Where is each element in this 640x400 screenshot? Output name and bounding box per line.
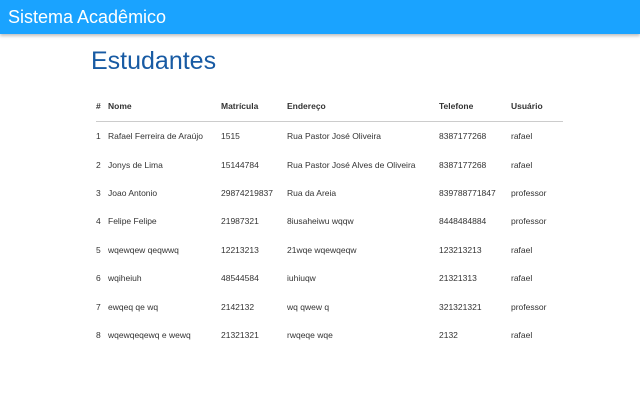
cell-telefone: 8387177268 [439, 131, 487, 142]
header-usuario: Usuário [511, 91, 563, 122]
cell-endereco: iuhiuqw [287, 273, 316, 284]
cell-telefone: 8448484884 [439, 216, 487, 227]
table-row: 2 Jonys de Lima 15144784 Rua Pastor José… [96, 150, 563, 178]
table-row: 1 Rafael Ferreira de Araújo 1515 Rua Pas… [96, 122, 563, 151]
table-row: 4 Felipe Felipe 21987321 8iusaheiwu wqqw… [96, 207, 563, 235]
header-telefone: Telefone [439, 91, 511, 122]
cell-nome: Jonys de Lima [108, 159, 163, 170]
cell-nome: ewqeq qe wq [108, 301, 159, 312]
app-title-link[interactable]: Sistema Acadêmico [8, 7, 166, 28]
header-number: # [96, 91, 108, 122]
cell-endereco: Rua Pastor José Oliveira [287, 131, 382, 142]
cell-matricula: 15144784 [221, 159, 259, 170]
cell-usuario: rafael [511, 329, 533, 340]
cell-telefone: 123213213 [439, 244, 482, 255]
cell-number: 2 [96, 159, 101, 170]
cell-endereco: Rua Pastor José Alves de Oliveira [287, 159, 416, 170]
header-matricula: Matrícula [221, 91, 287, 122]
app-bar: Sistema Acadêmico [0, 0, 640, 34]
cell-matricula: 2142132 [221, 301, 255, 312]
cell-number: 8 [96, 329, 101, 340]
cell-nome: wqewqeqewq e wewq [108, 329, 191, 340]
cell-number: 5 [96, 244, 101, 255]
table-header-row: # Nome Matrícula Endereço Telefone Usuár… [96, 91, 563, 122]
cell-nome: wqewqew qeqwwq [108, 244, 179, 255]
cell-endereco: 8iusaheiwu wqqw [287, 216, 354, 227]
table-row: 6 wqiheiuh 48544584 iuhiuqw 21321313 raf… [96, 264, 563, 292]
cell-matricula: 1515 [221, 131, 240, 142]
cell-matricula: 21321321 [221, 329, 259, 340]
cell-telefone: 321321321 [439, 301, 482, 312]
cell-usuario: rafael [511, 159, 533, 170]
cell-usuario: rafael [511, 131, 533, 142]
main-content: Estudantes [91, 34, 563, 76]
cell-number: 7 [96, 301, 101, 312]
cell-usuario: professor [511, 187, 547, 198]
cell-usuario: professor [511, 216, 547, 227]
cell-number: 3 [96, 187, 101, 198]
cell-nome: wqiheiuh [108, 273, 142, 284]
cell-number: 4 [96, 216, 101, 227]
table-row: 7 ewqeq qe wq 2142132 wq qwew q 32132132… [96, 292, 563, 320]
cell-matricula: 21987321 [221, 216, 259, 227]
cell-matricula: 48544584 [221, 273, 259, 284]
cell-nome: Rafael Ferreira de Araújo [108, 131, 203, 142]
cell-endereco: wq qwew q [287, 301, 330, 312]
cell-endereco: Rua da Areia [287, 187, 337, 198]
table-row: 5 wqewqew qeqwwq 12213213 21wqe wqewqeqw… [96, 236, 563, 264]
cell-nome: Joao Antonio [108, 187, 158, 198]
cell-telefone: 21321313 [439, 273, 477, 284]
cell-usuario: rafael [511, 244, 533, 255]
cell-usuario: professor [511, 301, 547, 312]
header-endereco: Endereço [287, 91, 439, 122]
cell-matricula: 29874219837 [221, 187, 274, 198]
header-nome: Nome [108, 91, 221, 122]
cell-telefone: 2132 [439, 329, 458, 340]
cell-endereco: 21wqe wqewqeqw [287, 244, 357, 255]
page-title: Estudantes [91, 47, 217, 75]
cell-matricula: 12213213 [221, 244, 259, 255]
table-row: 8 wqewqeqewq e wewq 21321321 rwqeqe wqe … [96, 321, 563, 349]
cell-telefone: 839788771847 [439, 187, 496, 198]
cell-nome: Felipe Felipe [108, 216, 157, 227]
cell-telefone: 8387177268 [439, 159, 487, 170]
table-row: 3 Joao Antonio 29874219837 Rua da Areia … [96, 179, 563, 207]
cell-number: 1 [96, 131, 101, 142]
cell-number: 6 [96, 273, 101, 284]
cell-usuario: rafael [511, 273, 533, 284]
cell-endereco: rwqeqe wqe [287, 329, 333, 340]
students-table: # Nome Matrícula Endereço Telefone Usuár… [96, 91, 563, 349]
